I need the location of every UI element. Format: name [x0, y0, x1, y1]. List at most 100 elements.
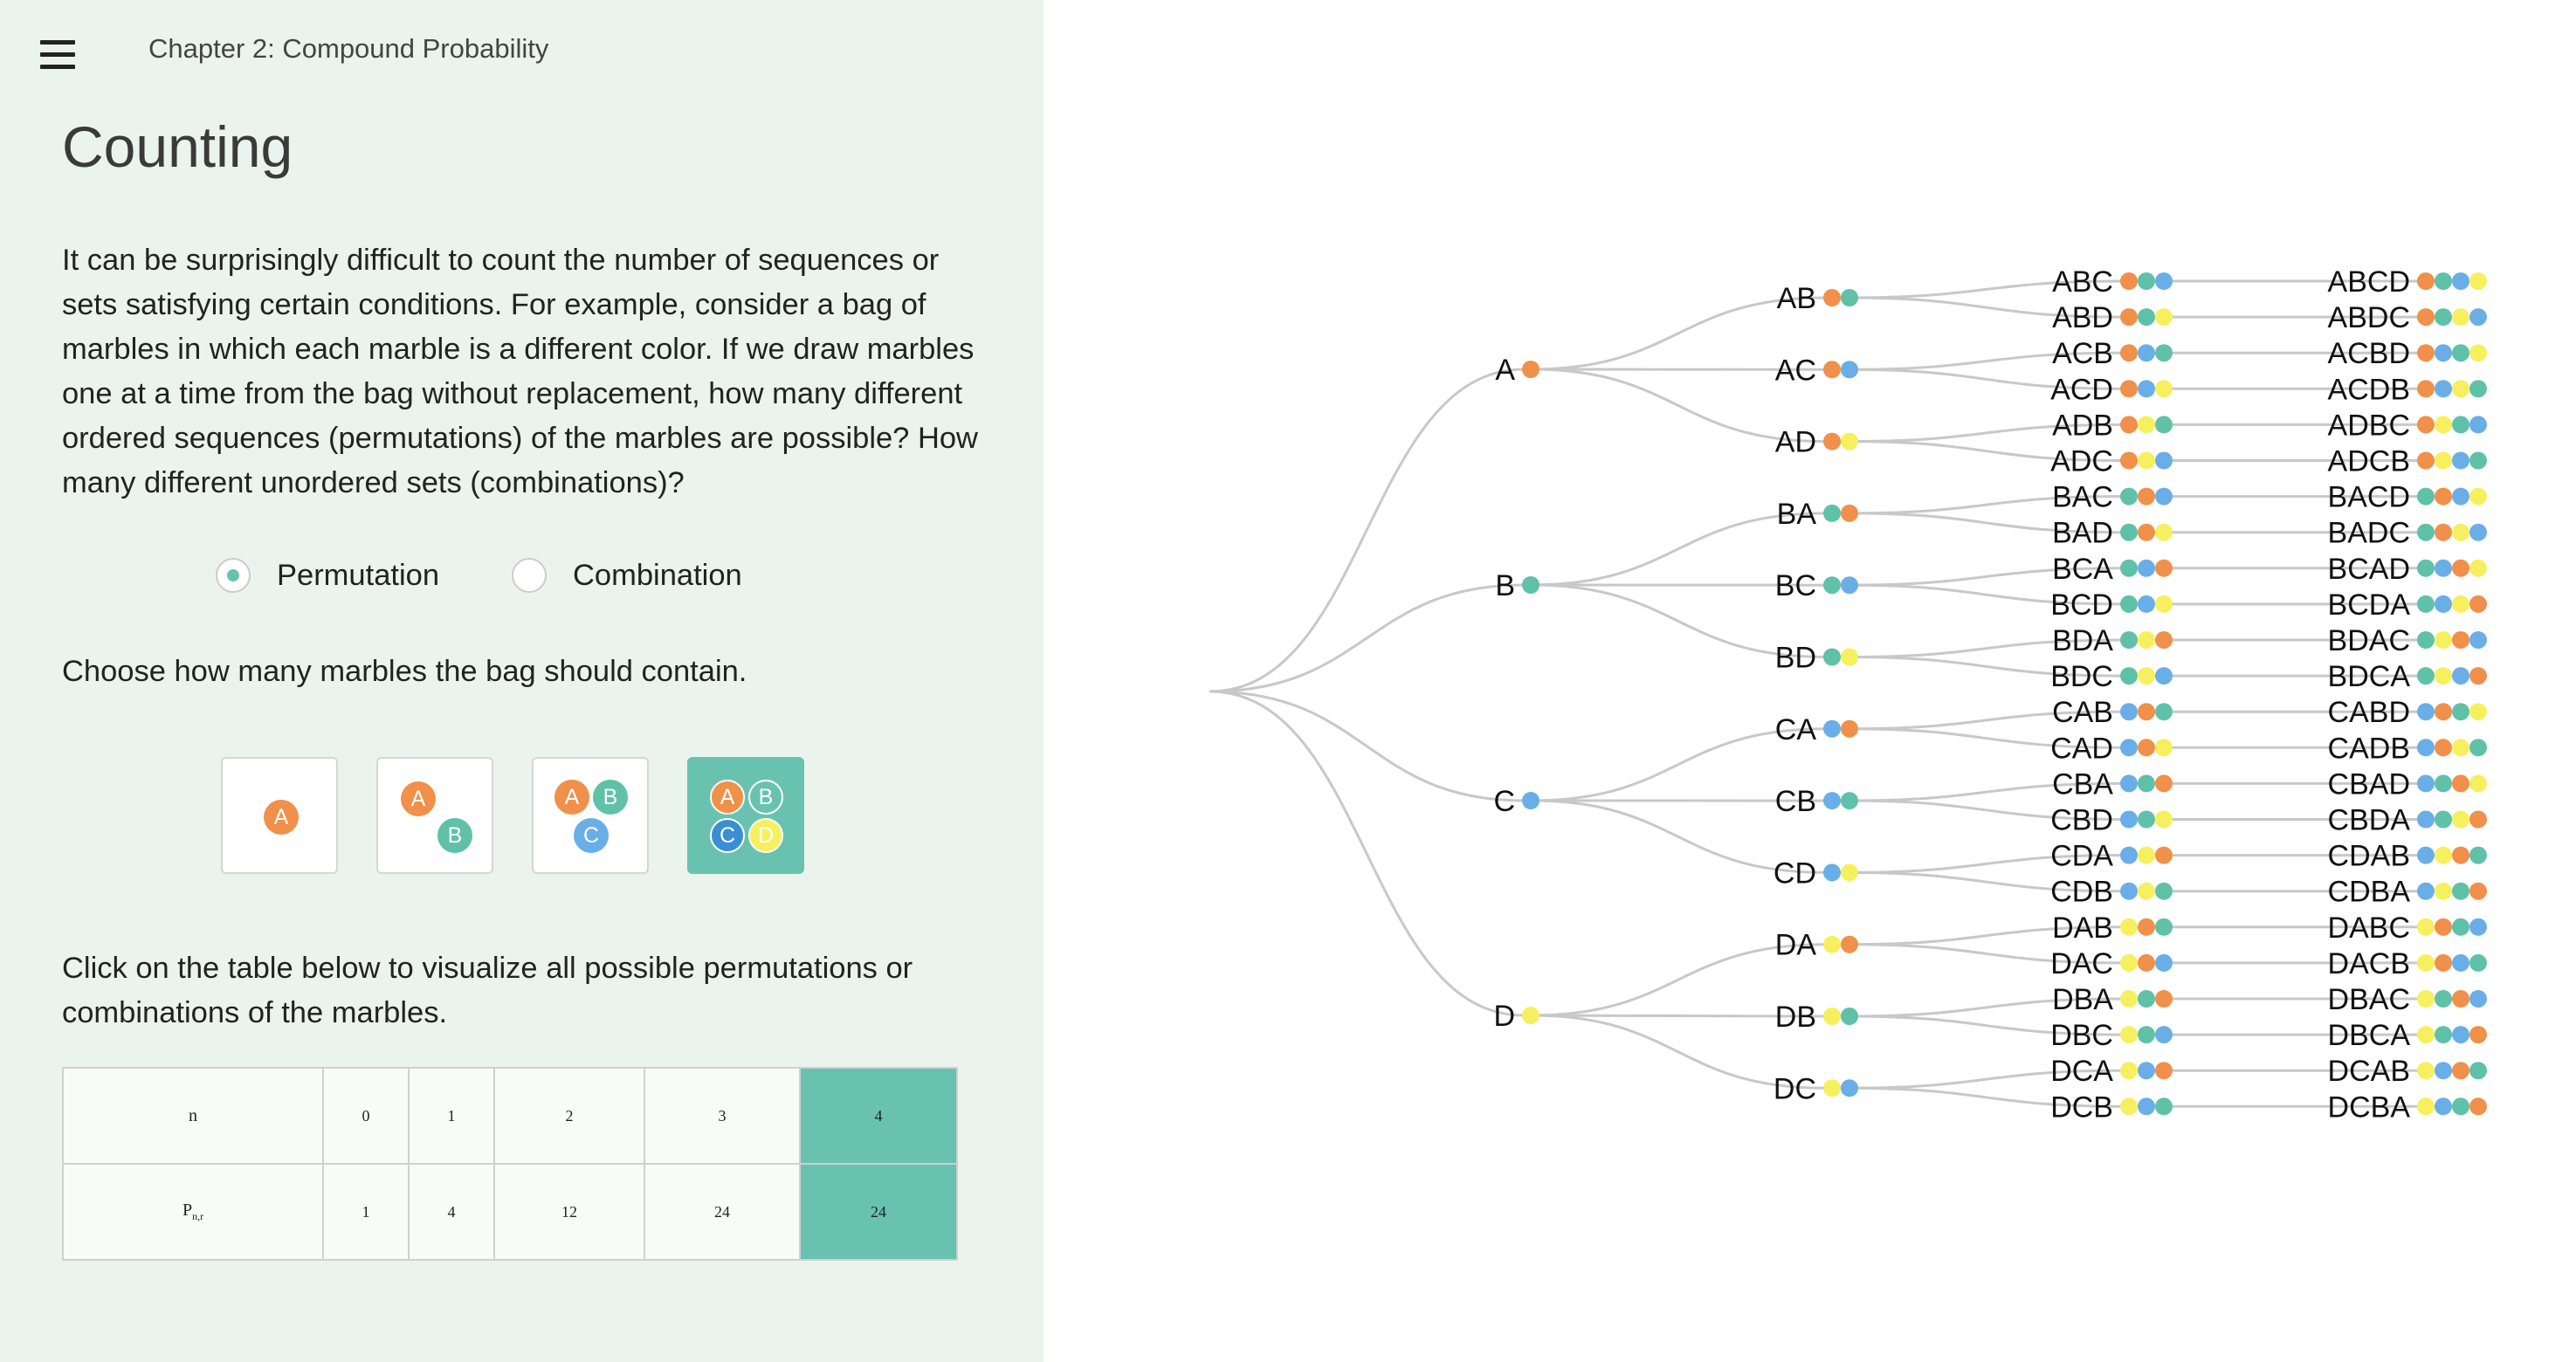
marble-c-icon [2155, 1026, 2173, 1044]
marble-b-icon [2417, 631, 2435, 649]
marble-c-icon [1841, 361, 1858, 379]
tree-link [1209, 368, 1525, 693]
marble-d-icon [1823, 935, 1841, 953]
marble-a-icon [2155, 631, 2173, 649]
page-title: Counting [62, 114, 293, 179]
tree-node-label: BDC [2050, 660, 2113, 693]
tree-node-label: DBAC [2328, 983, 2410, 1016]
p-subscript: n,r [192, 1210, 204, 1222]
marble-d-icon [2120, 1026, 2138, 1044]
table-cell-n-4[interactable]: 4 [799, 1067, 958, 1165]
table-cell-n-1[interactable]: 1 [408, 1067, 495, 1165]
tree-node-label: BAC [2052, 481, 2113, 514]
marble-c-icon [2138, 1097, 2155, 1116]
marble-c-icon [2155, 451, 2173, 470]
marble-b-icon [2138, 810, 2155, 829]
marble-d-icon [2120, 1062, 2138, 1080]
marble-d-icon [2138, 631, 2155, 649]
marble-b-icon [2120, 487, 2138, 506]
marble-b-icon [2452, 882, 2469, 900]
marble-b-icon [2120, 595, 2138, 613]
marble-a-icon [2155, 846, 2173, 864]
tree-node-label: CBAD [2328, 767, 2410, 801]
table-cell-p-2[interactable]: 12 [493, 1163, 645, 1261]
marble-c-icon [2155, 667, 2173, 685]
marble-a-icon [1823, 432, 1841, 451]
tree-node-label: BCD [2050, 588, 2113, 622]
marble-count-button-1[interactable]: A [221, 757, 338, 874]
marble-a-icon [2120, 344, 2138, 362]
table-cell-p-3[interactable]: 24 [644, 1163, 801, 1261]
tree-node-label: CDAB [2328, 840, 2410, 873]
marble-c-icon [2435, 344, 2452, 362]
marble-a-icon [2469, 810, 2487, 829]
table-row-n[interactable]: n 0 1 2 3 4 [62, 1067, 958, 1165]
tree-node-label: ADBC [2328, 409, 2410, 442]
marble-c-icon [2120, 703, 2138, 721]
marble-c-icon [2452, 953, 2469, 972]
marble-c-icon [2452, 667, 2469, 685]
tree-node-label: ACBD [2328, 337, 2410, 370]
marble-c-icon [2469, 631, 2487, 649]
marble-a-icon [1841, 504, 1858, 522]
marble-a-icon [2417, 344, 2435, 362]
marble-a-icon [2138, 739, 2155, 757]
marble-count-button-3[interactable]: ABC [532, 757, 649, 874]
marble-c-icon [2120, 846, 2138, 864]
marble-c-icon [2120, 739, 2138, 757]
radio-button-icon[interactable] [216, 558, 251, 593]
marble-b-icon [2435, 990, 2452, 1008]
table-cell-p-1[interactable]: 4 [408, 1163, 495, 1261]
marble-count-button-4[interactable]: ABCD [687, 757, 804, 874]
marble-d-icon [1841, 432, 1858, 451]
table-row-p[interactable]: Pn,r 1 4 12 24 24 [62, 1163, 958, 1261]
tree-node-label: CD [1774, 856, 1816, 890]
tree-node-label: ACDB [2328, 373, 2410, 406]
marble-c-icon [1823, 792, 1841, 810]
tree-node-label: CAD [2050, 732, 2113, 765]
marble-b-icon: B [748, 780, 783, 815]
marble-b-icon [2469, 846, 2487, 864]
marble-d-icon [2417, 1062, 2435, 1080]
table-cell-n-3[interactable]: 3 [644, 1067, 801, 1165]
table-cell-p-4[interactable]: 24 [799, 1163, 958, 1261]
marble-d-icon [1841, 648, 1858, 666]
radio-combination[interactable]: Combination [512, 555, 742, 595]
tree-node-label: ADCB [2328, 445, 2410, 478]
marble-c-icon [2138, 380, 2155, 398]
tree-node-label: AB [1777, 282, 1816, 315]
marble-a-icon [2435, 487, 2452, 506]
marble-a-icon [1841, 935, 1858, 953]
radio-button-icon[interactable] [512, 558, 547, 593]
table-cell-n-2[interactable]: 2 [493, 1067, 645, 1165]
marble-c-icon [2155, 272, 2173, 290]
table-cell-p-0[interactable]: 1 [322, 1163, 410, 1261]
radio-permutation[interactable]: Permutation [216, 555, 439, 595]
marble-a-icon [1522, 361, 1539, 378]
marble-c-icon [1522, 792, 1539, 809]
marble-count-button-2[interactable]: AB [376, 757, 493, 874]
marble-b-icon [2138, 1026, 2155, 1044]
marble-a-icon [2120, 272, 2138, 290]
tree-node-label: CB [1775, 785, 1816, 818]
menu-icon[interactable] [40, 40, 75, 70]
marble-c-icon [2469, 308, 2487, 327]
marble-a-icon [2452, 774, 2469, 793]
marble-b-icon [2417, 487, 2435, 506]
marble-c-icon [1823, 863, 1841, 882]
marble-d-icon [2469, 487, 2487, 506]
marble-d-icon [2138, 416, 2155, 434]
marble-b-icon [2452, 918, 2469, 936]
tree-node-label: ABD [2052, 301, 2113, 334]
table-cell-n-0[interactable]: 0 [322, 1067, 410, 1165]
marble-a-icon [2138, 918, 2155, 936]
tree-node-label: DB [1775, 1001, 1816, 1034]
tree-node-label: BAD [2052, 517, 2113, 550]
permutation-count-table[interactable]: n 0 1 2 3 4 Pn,r 1 4 12 24 24 [62, 1067, 958, 1261]
marble-d-icon [2435, 416, 2452, 434]
tree-node-label: CBDA [2328, 804, 2411, 837]
marble-d-icon [2469, 559, 2487, 577]
marble-a-icon [2435, 703, 2452, 721]
marble-c-icon [2138, 595, 2155, 613]
marble-d-icon [2435, 451, 2452, 470]
